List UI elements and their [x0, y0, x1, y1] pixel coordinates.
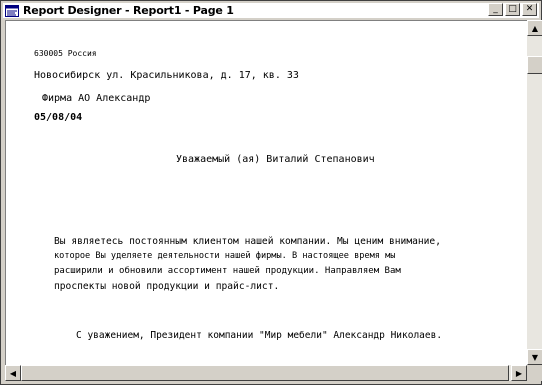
letter-body-line-3: расширили и обновили ассортимент нашей п…	[54, 266, 401, 276]
minimize-button[interactable]: _	[488, 3, 503, 16]
address-postcode: 630005 Россия	[34, 49, 97, 58]
maximize-icon: □	[508, 4, 517, 14]
scroll-left-button[interactable]: ◀	[5, 365, 21, 381]
report-designer-icon	[5, 4, 19, 17]
report-page: 630005 Россия Новосибирск ул. Красильник…	[5, 20, 527, 366]
close-button[interactable]: ✕	[522, 3, 537, 16]
company-name: Фирма АО Александр	[42, 93, 151, 104]
scroll-right-button[interactable]: ▶	[511, 365, 527, 381]
window-title: Report Designer - Report1 - Page 1	[23, 4, 234, 17]
horizontal-scrollbar[interactable]: ◀ ▶	[5, 365, 527, 381]
vertical-scrollbar[interactable]: ▲ ▼	[527, 20, 542, 365]
close-icon: ✕	[525, 4, 534, 14]
letter-body-line-4: проспекты новой продукции и прайс-лист.	[54, 281, 280, 292]
letter-body-line-2: которое Вы уделяете деятельности нашей ф…	[54, 251, 396, 261]
scroll-down-button[interactable]: ▼	[527, 349, 542, 365]
letter-greeting: Уважаемый (ая) Виталий Степанович	[176, 154, 375, 165]
size-grip[interactable]	[527, 365, 542, 381]
horizontal-scroll-thumb[interactable]	[21, 365, 509, 381]
minimize-icon: _	[493, 4, 498, 14]
letter-signature: С уважением, Президент компании "Мир меб…	[76, 330, 443, 341]
title-bar[interactable]: Report Designer - Report1 - Page 1 _ □ ✕	[3, 3, 539, 18]
vertical-scroll-thumb[interactable]	[527, 56, 542, 74]
arrow-right-icon: ▶	[515, 368, 523, 378]
arrow-left-icon: ◀	[9, 368, 17, 378]
arrow-up-icon: ▲	[531, 23, 539, 33]
maximize-button[interactable]: □	[505, 3, 520, 16]
letter-body-line-1: Вы являетесь постоянным клиентом нашей к…	[54, 236, 441, 247]
address-street: Новосибирск ул. Красильникова, д. 17, кв…	[34, 70, 299, 81]
arrow-down-icon: ▼	[531, 352, 539, 362]
report-designer-window: Report Designer - Report1 - Page 1 _ □ ✕…	[0, 0, 542, 385]
scroll-up-button[interactable]: ▲	[527, 20, 542, 36]
letter-date: 05/08/04	[34, 112, 83, 123]
window-controls: _ □ ✕	[488, 3, 537, 16]
